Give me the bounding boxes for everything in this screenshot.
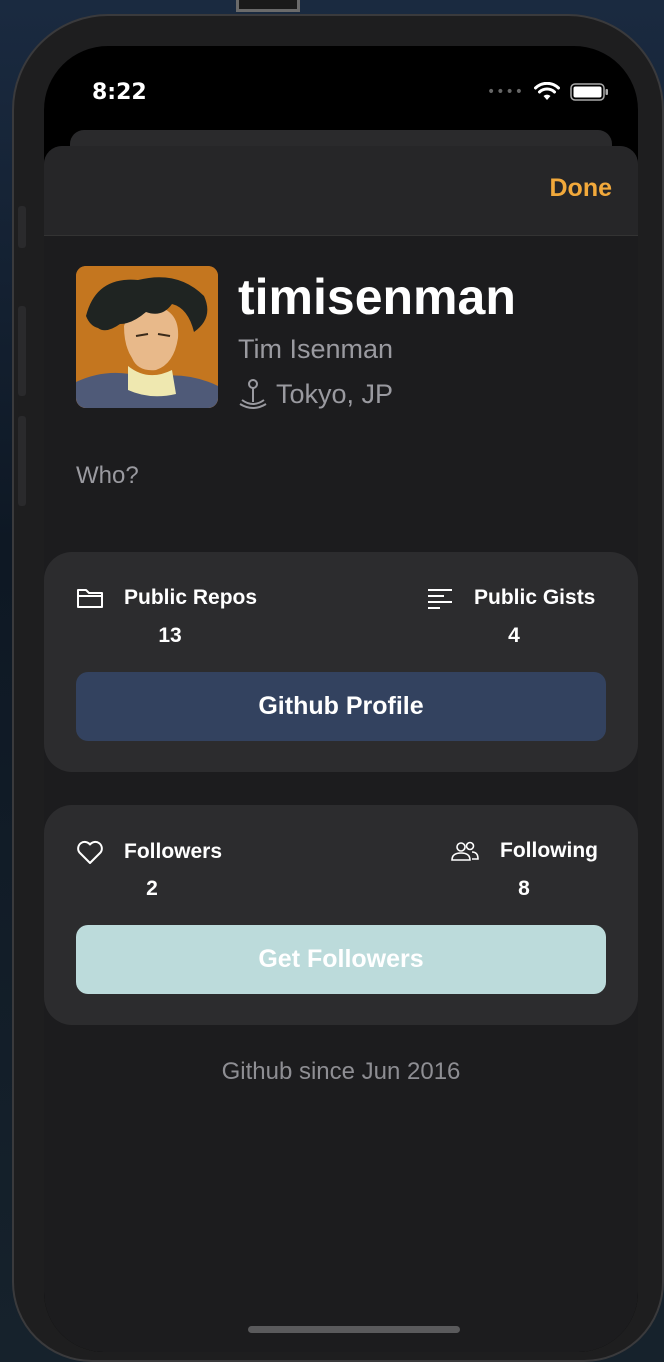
status-bar: 8:22 •••• xyxy=(44,46,638,136)
wifi-icon xyxy=(534,82,560,100)
notch xyxy=(178,46,506,94)
public-repos-stat: Public Repos 13 xyxy=(76,586,258,647)
following-stat: Following 8 xyxy=(450,839,598,900)
followers-stat: Followers 2 xyxy=(76,839,223,900)
home-indicator[interactable] xyxy=(248,1326,460,1333)
github-since-label: Github since Jun 2016 xyxy=(221,1058,461,1085)
public-repos-count: 13 xyxy=(158,624,182,647)
github-profile-button[interactable]: Github Profile xyxy=(76,672,606,741)
signal-dots-icon: •••• xyxy=(486,84,524,100)
navigation-bar: Done xyxy=(44,146,638,236)
public-gists-label: Public Gists xyxy=(474,586,596,609)
location-text: Tokyo, JP xyxy=(276,378,394,409)
avatar-image xyxy=(76,266,218,408)
get-followers-button[interactable]: Get Followers xyxy=(76,925,606,994)
side-button xyxy=(18,416,26,506)
username-title: timisenman xyxy=(238,269,516,325)
followers-label: Followers xyxy=(124,840,223,863)
repos-card: Public Repos 13 Public Gists 4 Github Pr… xyxy=(44,552,638,772)
public-gists-count: 4 xyxy=(508,624,520,647)
following-count: 8 xyxy=(518,877,530,900)
avatar xyxy=(76,266,218,408)
followers-count: 2 xyxy=(146,877,158,900)
location-row: Tokyo, JP xyxy=(238,378,393,410)
heart-icon xyxy=(77,840,103,864)
status-time: 8:22 xyxy=(92,80,147,105)
status-icons: •••• xyxy=(487,82,610,102)
bio-text: Who? xyxy=(76,462,139,489)
phone-frame: 8:22 •••• Done timisenman Tim Isenman To… xyxy=(12,14,664,1362)
following-label: Following xyxy=(500,839,598,862)
side-button xyxy=(18,306,26,396)
mappin-icon xyxy=(239,379,267,409)
phone-screen: 8:22 •••• Done timisenman Tim Isenman To… xyxy=(44,46,638,1352)
public-repos-label: Public Repos xyxy=(124,586,258,609)
side-button xyxy=(18,206,26,248)
text-align-left-icon xyxy=(428,589,452,609)
full-name: Tim Isenman xyxy=(238,334,394,364)
followers-card: Followers 2 Following 8 Get Followers xyxy=(44,805,638,1025)
user-info-sheet: Done timisenman Tim Isenman Tokyo, JP Wh… xyxy=(44,146,638,1352)
public-gists-stat: Public Gists 4 xyxy=(426,586,596,647)
folder-icon xyxy=(77,589,103,608)
done-button[interactable]: Done xyxy=(550,174,613,203)
battery-icon xyxy=(570,83,608,101)
people-icon xyxy=(451,841,479,861)
window-tab xyxy=(236,0,300,12)
